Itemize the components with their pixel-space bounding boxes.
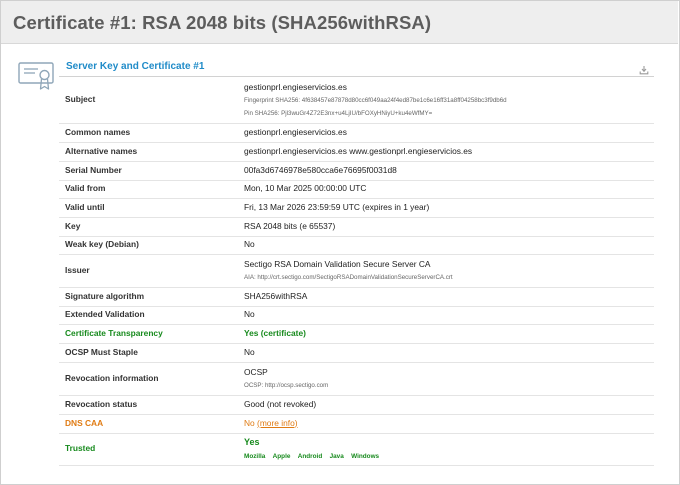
- revocation-information-value: OCSP: [244, 366, 268, 377]
- row-revocation-information: Revocation information OCSP OCSP: http:/…: [59, 362, 654, 396]
- issuer-label: Issuer: [59, 254, 244, 288]
- valid-until-label: Valid until: [59, 198, 244, 218]
- alternative-names-label: Alternative names: [59, 142, 244, 162]
- revocation-information-label: Revocation information: [59, 362, 244, 396]
- row-extended-validation: Extended Validation No: [59, 306, 654, 325]
- ocsp-must-staple-value: No: [244, 343, 654, 363]
- subject-label: Subject: [59, 77, 244, 124]
- valid-from-label: Valid from: [59, 180, 244, 199]
- weak-key-label: Weak key (Debian): [59, 236, 244, 255]
- row-signature-algorithm: Signature algorithm SHA256withRSA: [59, 287, 654, 307]
- valid-from-value: Mon, 10 Mar 2025 00:00:00 UTC: [244, 180, 654, 199]
- row-trusted: Trusted Yes Mozilla Apple Android Java W…: [59, 433, 654, 466]
- trusted-value: Yes: [244, 437, 260, 447]
- title-bar: Certificate #1: RSA 2048 bits (SHA256wit…: [1, 1, 678, 44]
- common-names-label: Common names: [59, 123, 244, 143]
- revocation-status-label: Revocation status: [59, 395, 244, 415]
- revocation-status-value: Good (not revoked): [244, 395, 654, 415]
- platform-windows: Windows: [351, 453, 380, 461]
- extended-validation-label: Extended Validation: [59, 306, 244, 325]
- ocsp-must-staple-label: OCSP Must Staple: [59, 343, 244, 363]
- valid-until-value: Fri, 13 Mar 2026 23:59:59 UTC (expires i…: [244, 198, 654, 218]
- trusted-label: Trusted: [59, 433, 244, 466]
- row-certificate-transparency: Certificate Transparency Yes (certificat…: [59, 324, 654, 344]
- row-alternative-names: Alternative names gestionprl.engieservic…: [59, 142, 654, 162]
- trusted-platforms: Mozilla Apple Android Java Windows: [244, 451, 654, 461]
- row-valid-until: Valid until Fri, 13 Mar 2026 23:59:59 UT…: [59, 198, 654, 218]
- row-revocation-status: Revocation status Good (not revoked): [59, 395, 654, 415]
- issuer-cell: Sectigo RSA Domain Validation Secure Ser…: [244, 254, 654, 288]
- row-issuer: Issuer Sectigo RSA Domain Validation Sec…: [59, 254, 654, 288]
- row-dns-caa: DNS CAA No (more info): [59, 414, 654, 434]
- subject-pin: Pin SHA256: Pjl3wuGr4Z72E3nx+u4LjIU/bFOX…: [244, 109, 433, 117]
- certificate-transparency-label: Certificate Transparency: [59, 324, 244, 344]
- platform-java: Java: [329, 453, 344, 461]
- common-names-value: gestionprl.engieservicios.es: [244, 123, 654, 143]
- subject-value: gestionprl.engieservicios.es: [244, 81, 347, 92]
- dns-caa-cell: No (more info): [244, 414, 654, 434]
- platform-apple: Apple: [272, 453, 291, 461]
- platform-android: Android: [297, 453, 323, 461]
- subject-fingerprint: Fingerprint SHA256: 4f638457e87878d80cc6…: [244, 97, 507, 105]
- issuer-aia: AIA: http://crt.sectigo.com/SectigoRSADo…: [244, 274, 453, 282]
- dns-caa-label: DNS CAA: [59, 414, 244, 434]
- row-common-names: Common names gestionprl.engieservicios.e…: [59, 123, 654, 143]
- serial-number-label: Serial Number: [59, 161, 244, 181]
- revocation-ocsp-url: OCSP: http://ocsp.sectigo.com: [244, 382, 329, 390]
- key-value: RSA 2048 bits (e 65537): [244, 217, 654, 237]
- alternative-names-value: gestionprl.engieservicios.es www.gestion…: [244, 142, 654, 162]
- key-label: Key: [59, 217, 244, 237]
- row-serial-number: Serial Number 00fa3d6746978e580cca6e7669…: [59, 161, 654, 181]
- extended-validation-value: No: [244, 306, 654, 325]
- weak-key-value: No: [244, 236, 654, 255]
- dns-caa-value: No: [244, 417, 255, 428]
- subject-cell: gestionprl.engieservicios.es Fingerprint…: [244, 77, 654, 124]
- row-valid-from: Valid from Mon, 10 Mar 2025 00:00:00 UTC: [59, 180, 654, 199]
- trusted-cell: Yes Mozilla Apple Android Java Windows: [244, 433, 654, 466]
- platform-mozilla: Mozilla: [244, 453, 266, 461]
- revocation-information-cell: OCSP OCSP: http://ocsp.sectigo.com: [244, 362, 654, 396]
- dns-caa-more-info-link[interactable]: (more info): [257, 418, 298, 428]
- section-title: Server Key and Certificate #1: [66, 61, 205, 72]
- certificate-icon: [18, 60, 54, 97]
- certificate-transparency-value: Yes (certificate): [244, 324, 654, 344]
- issuer-value: Sectigo RSA Domain Validation Secure Ser…: [244, 258, 431, 269]
- row-key: Key RSA 2048 bits (e 65537): [59, 217, 654, 237]
- row-ocsp-must-staple: OCSP Must Staple No: [59, 343, 654, 363]
- serial-number-value: 00fa3d6746978e580cca6e76695f0031d8: [244, 161, 654, 181]
- row-subject: Subject gestionprl.engieservicios.es Fin…: [59, 77, 654, 124]
- certificate-table: Subject gestionprl.engieservicios.es Fin…: [59, 77, 654, 466]
- signature-algorithm-value: SHA256withRSA: [244, 287, 654, 307]
- row-weak-key: Weak key (Debian) No: [59, 236, 654, 255]
- signature-algorithm-label: Signature algorithm: [59, 287, 244, 307]
- page-title: Certificate #1: RSA 2048 bits (SHA256wit…: [13, 12, 432, 33]
